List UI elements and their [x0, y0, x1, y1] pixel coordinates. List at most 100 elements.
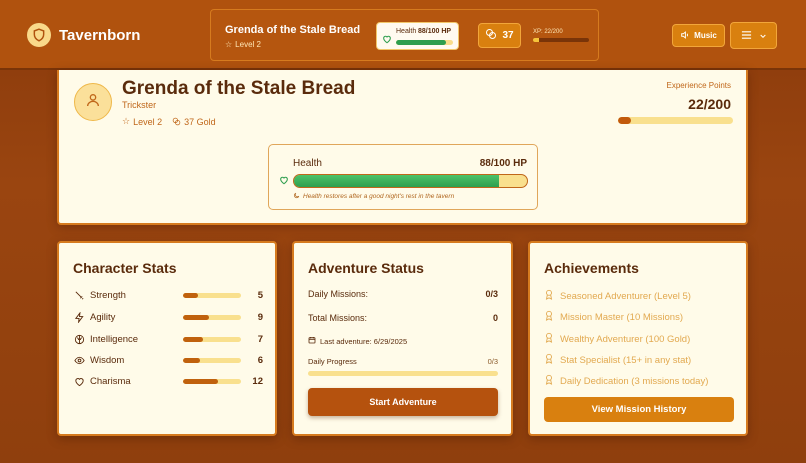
stat-bar-fill: [183, 314, 210, 320]
adventure-title: Adventure Status: [308, 260, 424, 276]
medal-icon: [544, 374, 554, 388]
avatar: [74, 83, 112, 121]
achievement-label: Daily Dedication (3 missions today): [560, 375, 709, 387]
brand[interactable]: Tavernborn: [27, 23, 140, 47]
medal-icon: [544, 332, 554, 346]
top-bar: Tavernborn Grenda of the Stale Bread ☆ L…: [0, 0, 806, 70]
stat-value: 9: [257, 311, 263, 323]
speaker-icon: [680, 30, 690, 42]
health-widget: Health 88/100 HP: [376, 22, 459, 50]
stat-row-intelligence: Intelligence 7: [73, 332, 263, 346]
daily-progress-value: 0/3: [487, 357, 498, 366]
profile-card: Grenda of the Stale Bread Trickster ☆ Le…: [57, 70, 748, 225]
achievement-label: Stat Specialist (15+ in any stat): [560, 354, 692, 366]
medal-icon: [544, 353, 554, 367]
heart-icon: [382, 31, 392, 49]
character-stats-card: Character Stats Strength 5 Agility 9 Int…: [57, 241, 277, 436]
menu-button[interactable]: [730, 22, 777, 49]
medal-icon: [544, 289, 554, 303]
health-panel-value: 88/100 HP: [479, 158, 527, 169]
stat-name: Intelligence: [90, 333, 139, 345]
hamburger-icon: [741, 27, 752, 45]
stat-name: Wisdom: [90, 354, 125, 366]
stat-bar-fill: [183, 357, 201, 363]
health-panel-label: Health: [293, 158, 322, 169]
stats-title: Character Stats: [73, 260, 177, 276]
health-note-text: Health restores after a good night's res…: [303, 193, 455, 200]
health-bar-fill: [396, 40, 447, 45]
profile-class: Trickster: [122, 100, 157, 110]
shield-icon: [27, 23, 51, 47]
heart-icon: [279, 172, 289, 190]
user-icon: [85, 92, 101, 113]
achievement-label: Wealthy Adventurer (100 Gold): [560, 333, 691, 345]
last-adventure: Last adventure: 6/29/2025: [308, 336, 407, 346]
stat-bar: [183, 292, 241, 298]
daily-missions-label: Daily Missions:: [308, 289, 369, 299]
stat-bar: [183, 336, 241, 342]
stat-bar: [183, 378, 241, 384]
stat-row-agility: Agility 9: [73, 310, 263, 324]
health-panel: Health 88/100 HP Health restores after a…: [268, 144, 538, 210]
achievement-item: Stat Specialist (15+ in any stat): [544, 353, 691, 367]
achievement-label: Mission Master (10 Missions): [560, 311, 683, 323]
start-adventure-button[interactable]: Start Adventure: [308, 388, 498, 416]
achievement-item: Daily Dedication (3 missions today): [544, 374, 708, 388]
daily-progress-row: Daily Progress 0/3: [308, 357, 498, 366]
calendar-icon: [308, 336, 316, 346]
gold-badge: 37: [478, 23, 521, 48]
profile-name: Grenda of the Stale Bread: [122, 78, 356, 99]
total-missions-value: 0: [492, 313, 498, 323]
view-mission-history-button[interactable]: View Mission History: [544, 397, 734, 422]
health-note: Health restores after a good night's res…: [293, 192, 454, 201]
xp-progress-bar: [618, 117, 733, 124]
stat-bar-fill: [183, 336, 204, 342]
xp-value: 22/200: [688, 96, 731, 112]
lightning-icon: [73, 311, 85, 323]
app-name: Tavernborn: [59, 26, 141, 44]
profile-level: ☆ Level 2: [122, 116, 162, 127]
daily-missions-row: Daily Missions: 0/3: [308, 289, 498, 299]
profile-meta: ☆ Level 2 37 Gold: [122, 116, 216, 127]
stat-row-strength: Strength 5: [73, 288, 263, 302]
moon-icon: [293, 192, 300, 201]
stat-bar: [183, 314, 241, 320]
star-icon: ☆: [122, 116, 131, 126]
total-missions-row: Total Missions: 0: [308, 313, 498, 323]
character-summary: Grenda of the Stale Bread ☆ Level 2 Heal…: [210, 9, 599, 61]
stat-bar-fill: [183, 378, 218, 384]
xp-progress-fill: [618, 117, 631, 124]
stat-name: Charisma: [90, 375, 131, 387]
stat-value: 12: [252, 375, 263, 387]
character-level-label: Level 2: [235, 40, 261, 49]
sword-icon: [73, 290, 85, 301]
profile-gold-label: 37 Gold: [184, 116, 216, 127]
coins-icon: [485, 28, 497, 43]
health-panel-bar: [293, 174, 528, 188]
stat-value: 7: [257, 333, 263, 345]
xp-bar: [533, 38, 589, 42]
total-missions-label: Total Missions:: [308, 313, 368, 323]
achievement-item: Mission Master (10 Missions): [544, 310, 683, 324]
stat-name: Agility: [90, 311, 116, 323]
medal-icon: [544, 310, 554, 324]
profile-level-label: Level 2: [133, 116, 163, 127]
adventure-status-card: Adventure Status Daily Missions: 0/3 Tot…: [292, 241, 513, 436]
profile-gold: 37 Gold: [172, 116, 216, 127]
achievements-card: Achievements Seasoned Adventurer (Level …: [528, 241, 748, 436]
music-label: Music: [694, 31, 717, 40]
daily-progress-label: Daily Progress: [308, 357, 357, 366]
stat-value: 5: [257, 289, 263, 301]
xp-title: Experience Points: [666, 81, 731, 90]
achievement-item: Seasoned Adventurer (Level 5): [544, 289, 691, 303]
daily-missions-value: 0/3: [485, 289, 498, 299]
achievement-item: Wealthy Adventurer (100 Gold): [544, 332, 690, 346]
character-name: Grenda of the Stale Bread: [225, 24, 361, 36]
music-button[interactable]: Music: [672, 24, 725, 47]
xp-widget: XP: 22/200: [533, 29, 589, 42]
health-label: Health: [396, 28, 417, 35]
health-value: 88/100 HP: [418, 28, 452, 35]
stat-bar-fill: [183, 292, 198, 298]
achievement-label: Seasoned Adventurer (Level 5): [560, 290, 691, 302]
coins-icon: [172, 117, 181, 126]
